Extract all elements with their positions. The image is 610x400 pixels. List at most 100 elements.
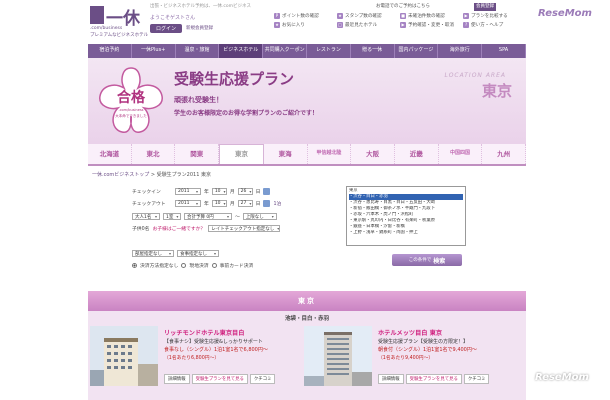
- area-tab[interactable]: 近畿: [394, 144, 439, 164]
- area-tab[interactable]: 甲信越北陸: [307, 144, 352, 164]
- checkout-year-select[interactable]: 2011: [175, 200, 201, 207]
- sakura-seal-icon: 合格 .com/business 大本命でできました: [99, 67, 163, 133]
- toplink-item[interactable]: □ 最近見たホテル: [337, 22, 398, 28]
- toplink-icon: ▶: [463, 13, 469, 19]
- hotel-plans-button[interactable]: 受験生プランを見て見る: [405, 374, 462, 384]
- toplink-item[interactable]: ★ お気に入り: [274, 22, 335, 28]
- member-register-button[interactable]: 会員登録: [474, 3, 496, 11]
- hotel-name[interactable]: ホテルメッツ目白 東京: [378, 328, 442, 337]
- checkin-day-select[interactable]: 26: [237, 188, 253, 195]
- payment-radio[interactable]: [211, 263, 217, 268]
- hotel-photo[interactable]: [304, 326, 372, 386]
- checkin-year-select[interactable]: 2011: [175, 188, 201, 195]
- nav-item[interactable]: 海外旅行: [438, 44, 483, 58]
- toplink-label: お気に入り: [282, 23, 305, 28]
- room-type-select[interactable]: 部屋指定なし: [132, 250, 174, 257]
- nav-item[interactable]: 共同購入クーポン: [263, 44, 307, 58]
- hotel-detail-button[interactable]: 詳細情報: [378, 374, 404, 384]
- welcome-text: ようこそゲストさん: [150, 15, 196, 21]
- breadcrumb-current: 受験生プラン2011 東京: [156, 172, 211, 178]
- register-link[interactable]: 新規会員登録: [186, 25, 213, 31]
- hotel-plan[interactable]: 【食事ナシ】受験生応援&しっかりサポート: [164, 338, 263, 345]
- campaign-banner: 合格 .com/business 大本命でできました 受験生応援プラン 頑張れ受…: [88, 58, 526, 144]
- late-checkout-select[interactable]: レイトチェックアウト指定なし: [208, 225, 281, 232]
- hotel-detail-button[interactable]: 詳細情報: [164, 374, 190, 384]
- area-list[interactable]: 東京 ・渋谷・目白・赤羽 ・渋谷・恵比寿・目黒・目白・五反田・大崎 ・新宿・飯田橋・御…: [346, 186, 466, 246]
- area-option[interactable]: ・上野・浅草・錦糸町・両国・押上: [349, 230, 463, 236]
- toplink-icon: ★: [274, 22, 280, 28]
- site-logo[interactable]: 一休 .com/business プレミアムなビジネスホテル: [90, 6, 149, 38]
- login-button[interactable]: ログイン: [150, 23, 183, 33]
- breadcrumb-root[interactable]: 一休.comビジネストップ: [92, 172, 149, 178]
- hotel-name[interactable]: リッチモンドホテル東京目白: [164, 328, 244, 337]
- search-button-label: 検索: [433, 257, 446, 265]
- checkin-month-select[interactable]: 10: [211, 188, 227, 195]
- nav-item[interactable]: レストラン: [307, 44, 351, 58]
- nav-item[interactable]: SPA: [482, 44, 526, 58]
- calendar-icon[interactable]: [263, 188, 271, 195]
- nights-text: 1泊: [273, 202, 282, 207]
- hotel-plans-button[interactable]: 受験生プランを見て見る: [191, 374, 248, 384]
- breadcrumb-sep: >: [150, 172, 156, 178]
- nav-item[interactable]: 贈る一休: [351, 44, 395, 58]
- utility-links: P ポイント数の確認 ★ スタンプ数の確認 ■ 未確泊件数の確認 ▶ プランを比較する ★ お気に…: [274, 13, 524, 28]
- toplink-label: 最近見たホテル: [345, 23, 378, 28]
- resemom-watermark: ReseMom: [535, 372, 589, 383]
- toplink-label: スタンプ数の確認: [345, 14, 382, 19]
- payment-radio[interactable]: [132, 263, 137, 268]
- payment-radio[interactable]: [181, 263, 187, 268]
- search-button[interactable]: この条件で 検索: [392, 254, 462, 266]
- toplink-label: 予約確認・変更・取消: [408, 23, 454, 28]
- svg-text:大本命でできました: 大本命でできました: [115, 113, 147, 118]
- calendar-icon[interactable]: [263, 200, 271, 207]
- toplink-item[interactable]: ? 使い方・ヘルプ: [463, 22, 524, 28]
- area-tab[interactable]: 中国四国: [438, 144, 483, 164]
- children-label: 子供0名: [132, 227, 150, 232]
- rooms-select[interactable]: 1室: [163, 213, 181, 220]
- phone-reservation-link[interactable]: お電話でのご予約はこちら: [376, 3, 430, 9]
- checkout-row: チェックアウト 2011年 10月 27日 1泊: [132, 200, 281, 207]
- nav-item[interactable]: 国内パッケージ: [395, 44, 439, 58]
- hotel-reviews-button[interactable]: クチコミ: [249, 374, 276, 384]
- toplink-item[interactable]: ■ 未確泊件数の確認: [400, 13, 461, 19]
- area-tab[interactable]: 北海道: [88, 144, 132, 164]
- hotel-actions: 詳細情報 受験生プランを見て見る クチコミ: [164, 374, 276, 384]
- hotel-plan[interactable]: 受験生応援プラン【受験生の方限定！】: [378, 338, 468, 345]
- breadcrumb: 一休.comビジネストップ > 受験生プラン2011 東京: [92, 171, 211, 178]
- checkin-row: チェックイン 2011年 10月 26日: [132, 188, 271, 195]
- logo-tagline: プレミアムなビジネスホテル: [90, 33, 149, 38]
- hotel-price-per-person: （1名あたり6,800円～）: [164, 356, 220, 361]
- toplink-item[interactable]: ▶ プランを比較する: [463, 13, 524, 19]
- nav-item[interactable]: 一休Plus+: [132, 44, 176, 58]
- area-tab[interactable]: 東京: [219, 144, 264, 164]
- page: 一休 .com/business プレミアムなビジネスホテル 出張・ビジネスホテ…: [88, 0, 527, 400]
- section-title: 東京: [88, 291, 526, 311]
- checkout-day-select[interactable]: 27: [237, 200, 253, 207]
- toplink-label: プランを比較する: [471, 14, 508, 19]
- children-link[interactable]: お子様はご一緒ですか？: [152, 225, 205, 232]
- payment-label: 事前カード決済: [219, 264, 254, 269]
- area-tab[interactable]: 東海: [263, 144, 308, 164]
- toplink-item[interactable]: P ポイント数の確認: [274, 13, 335, 19]
- area-tab[interactable]: 九州: [482, 144, 527, 164]
- meal-select[interactable]: 食事指定なし: [177, 250, 219, 257]
- checkout-month-select[interactable]: 10: [211, 200, 227, 207]
- nav-item[interactable]: ビジネスホテル: [219, 44, 264, 58]
- site-description: 出張・ビジネスホテル予約は、一休.comビジネス: [150, 4, 252, 9]
- hotel-reviews-button[interactable]: クチコミ: [463, 374, 490, 384]
- checkin-label: チェックイン: [132, 190, 161, 195]
- budget-max-select[interactable]: 上限なし: [242, 213, 277, 220]
- budget-min-select[interactable]: 合計予算 0円: [184, 213, 232, 220]
- payment-label: 現地決済: [189, 264, 209, 269]
- area-tab[interactable]: 東北: [131, 144, 176, 164]
- banner-description: 学生のお客様限定のお得な学割プランのご紹介です！: [174, 110, 319, 117]
- hotel-photo[interactable]: [90, 326, 158, 386]
- hotel-price: 食事なし（シングル）1泊1室1名で6,800円～: [164, 347, 268, 353]
- area-tab[interactable]: 関東: [175, 144, 220, 164]
- toplink-item[interactable]: ★ スタンプ数の確認: [337, 13, 398, 19]
- nav-item[interactable]: 宿泊予約: [88, 44, 132, 58]
- adults-select[interactable]: 大人1名: [132, 213, 160, 220]
- area-tab[interactable]: 大阪: [351, 144, 395, 164]
- nav-item[interactable]: 温泉・旅館: [176, 44, 220, 58]
- toplink-item[interactable]: ▶ 予約確認・変更・取消: [400, 22, 461, 28]
